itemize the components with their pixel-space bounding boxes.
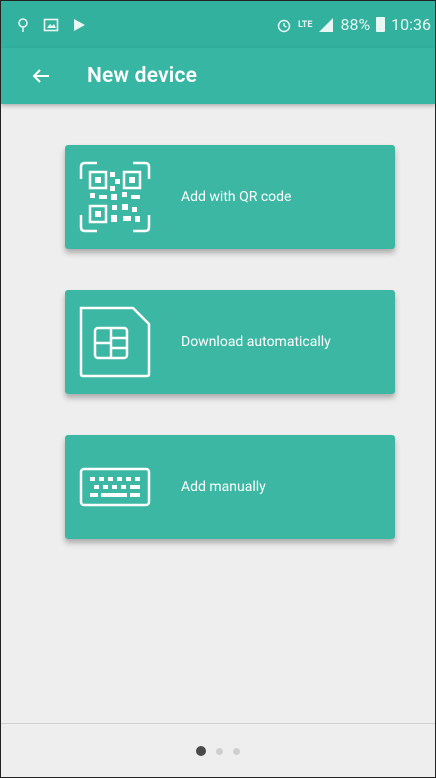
sim-card-icon [75,302,155,382]
battery-percent: 88% [340,15,371,34]
option-label: Add with QR code [181,189,292,205]
qr-code-icon [75,157,155,237]
option-label: Download automatically [181,334,331,350]
page-indicator [1,723,435,777]
option-label: Add manually [181,479,266,495]
page-dot-3[interactable] [233,747,240,755]
app-bar: New device [1,48,435,104]
add-manually-button[interactable]: Add manually [65,435,395,539]
image-icon [43,17,59,33]
add-with-qr-code-button[interactable]: Add with QR code [65,145,395,249]
options-list: Add with QR code Download automatically [1,104,435,724]
lte-icon: LTE [297,19,313,30]
page-dot-2[interactable] [216,747,223,755]
play-store-icon [71,17,87,33]
signal-icon [318,17,334,33]
clock: 10:36 [391,15,431,34]
usb-icon [15,17,31,33]
arrow-left-icon [32,69,49,83]
download-automatically-button[interactable]: Download automatically [65,290,395,394]
back-button[interactable] [17,52,65,100]
page-title: New device [87,64,198,88]
keyboard-icon [75,447,155,527]
app-screen: LTE 88% 10:36 New device Add with QR cod… [0,0,436,778]
alarm-icon [276,17,292,33]
battery-icon [376,17,386,32]
status-bar: LTE 88% 10:36 [1,1,435,48]
page-dot-1[interactable] [196,746,206,756]
